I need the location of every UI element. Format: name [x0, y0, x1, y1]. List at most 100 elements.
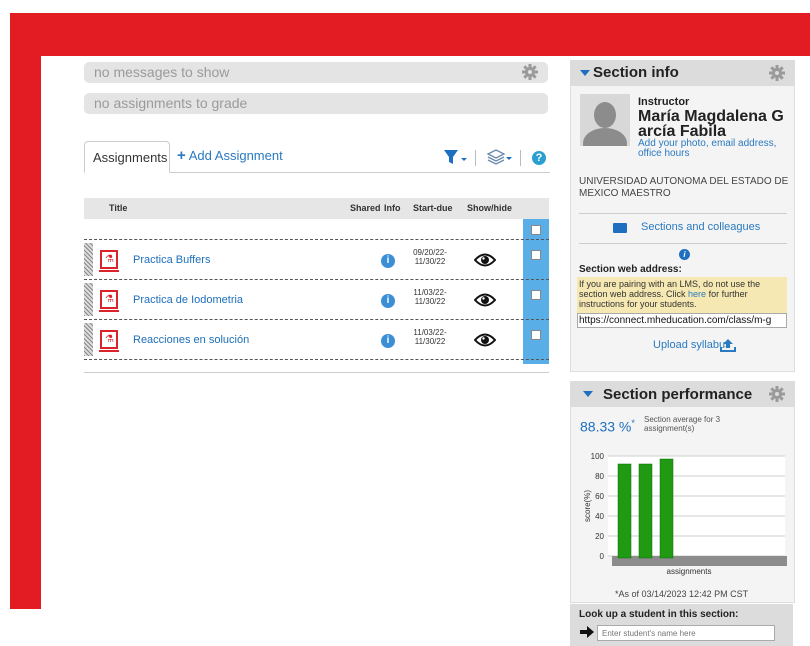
messages-text: no messages to show: [94, 64, 230, 80]
y-tick-label: 0: [600, 552, 605, 561]
table-row: ⚗ Practica de Iodometria i 11/03/22- 11/3…: [84, 281, 549, 320]
section-info-header[interactable]: Section info: [571, 61, 794, 86]
section-performance-panel: Section performance 88.33 %* Section ave…: [570, 381, 795, 603]
web-address-label: Section web address:: [579, 264, 682, 275]
bar: [617, 463, 632, 559]
row-checkbox[interactable]: [531, 290, 541, 300]
flask-icon: ⚗: [99, 330, 119, 352]
lms-note-link[interactable]: here: [688, 289, 706, 299]
due-date: 11/30/22: [414, 337, 446, 346]
info-icon[interactable]: i: [381, 334, 395, 348]
bar: [659, 458, 674, 559]
eye-icon[interactable]: [474, 250, 496, 270]
upload-syllabus-link[interactable]: Upload syllabus: [653, 339, 731, 351]
instructor-label: Instructor: [638, 96, 690, 108]
drag-handle[interactable]: [84, 243, 93, 276]
drag-handle[interactable]: [84, 323, 93, 356]
lms-note: If you are pairing with an LMS, do not u…: [577, 277, 787, 313]
student-search-input[interactable]: [597, 625, 775, 641]
due-date: 11/30/22: [414, 257, 446, 266]
flask-icon: ⚗: [99, 250, 119, 272]
assignments-table-header: Title Shared Info Start-due Show/hide: [84, 198, 549, 219]
avatar[interactable]: [580, 94, 630, 146]
arrow-right-icon: [580, 626, 594, 638]
due-date: 11/30/22: [414, 297, 446, 306]
toolbar-divider: [520, 150, 521, 166]
collapse-caret-icon[interactable]: [583, 391, 593, 397]
table-row: ⚗ Practica Buffers i 09/20/22- 11/30/22: [84, 241, 549, 280]
select-all-row: [84, 219, 549, 240]
info-icon[interactable]: i: [679, 249, 690, 260]
gear-icon[interactable]: [769, 65, 785, 81]
instructor-name: María Magdalena García Fabila: [638, 108, 784, 140]
collapse-caret-icon[interactable]: [580, 70, 590, 76]
assignment-link[interactable]: Practica de Iodometria: [133, 294, 243, 306]
column-start-due[interactable]: Start-due: [413, 203, 453, 213]
y-tick-label: 80: [595, 472, 604, 481]
flask-icon: ⚗: [99, 290, 119, 312]
lookup-label: Look up a student in this section:: [579, 609, 739, 620]
table-bottom-divider: [84, 372, 549, 373]
messages-bar: no messages to show: [84, 62, 548, 83]
sections-colleagues-link[interactable]: Sections and colleagues: [641, 221, 760, 233]
start-date: 09/20/22-: [413, 248, 447, 257]
row-checkbox[interactable]: [531, 250, 541, 260]
assignment-link[interactable]: Reacciones en solución: [133, 334, 249, 346]
brand-side-bar: [10, 13, 41, 609]
start-due-dates: 09/20/22- 11/30/22: [405, 248, 455, 266]
info-icon[interactable]: i: [381, 254, 395, 268]
as-of-timestamp: *As of 03/14/2023 12:42 PM CST: [615, 589, 749, 599]
divider: [579, 213, 787, 214]
y-tick-label: 100: [591, 452, 605, 461]
column-title[interactable]: Title: [109, 203, 127, 213]
select-all-checkbox[interactable]: [531, 225, 541, 235]
toolbar-divider: [475, 150, 476, 166]
help-icon[interactable]: ?: [532, 151, 546, 165]
eye-icon[interactable]: [474, 290, 496, 310]
add-assignment-button[interactable]: + Add Assignment: [177, 147, 283, 164]
x-axis-band: [612, 556, 787, 566]
divider: [579, 243, 787, 244]
filter-icon[interactable]: [444, 150, 468, 164]
section-average-value: 88.33 %*: [580, 418, 635, 435]
column-show-hide: Show/hide: [467, 203, 512, 213]
average-number: 88.33 %: [580, 418, 632, 435]
brand-banner: [10, 13, 810, 56]
layers-icon[interactable]: [487, 149, 513, 165]
y-tick-label: 20: [595, 532, 604, 541]
table-row: ⚗ Reacciones en solución i 11/03/22- 11/3…: [84, 321, 549, 360]
section-info-panel: Section info Instructor María Magdalena …: [570, 60, 795, 372]
start-date: 11/03/22-: [413, 328, 447, 337]
info-icon[interactable]: i: [381, 294, 395, 308]
add-assignment-label: Add Assignment: [188, 148, 283, 163]
assignments-toolbar: Assignments + Add Assignment ?: [84, 141, 550, 173]
start-due-dates: 11/03/22- 11/30/22: [405, 288, 455, 306]
start-date: 11/03/22-: [413, 288, 447, 297]
add-photo-link[interactable]: Add your photo, email address, office ho…: [638, 139, 790, 159]
section-url-field[interactable]: https://connect.mheducation.com/class/m-…: [577, 313, 787, 328]
plus-icon: +: [177, 147, 186, 164]
gear-icon[interactable]: [769, 386, 785, 402]
section-info-title: Section info: [593, 64, 679, 81]
upload-icon[interactable]: [720, 339, 736, 352]
id-card-icon: [613, 223, 627, 233]
gear-icon[interactable]: [522, 64, 538, 80]
performance-chart: 0 20 40 60 80 100 assignments score(%): [583, 452, 787, 576]
assignments-to-grade-text: no assignments to grade: [94, 95, 248, 111]
student-lookup: Look up a student in this section:: [570, 604, 793, 646]
y-tick-label: 40: [595, 512, 604, 521]
column-info: Info: [384, 203, 401, 213]
eye-icon[interactable]: [474, 330, 496, 350]
tab-assignments[interactable]: Assignments: [84, 141, 170, 173]
section-performance-title: Section performance: [603, 386, 753, 403]
row-checkbox[interactable]: [531, 330, 541, 340]
y-axis-label: score(%): [583, 490, 592, 522]
drag-handle[interactable]: [84, 283, 93, 316]
bar: [638, 463, 653, 559]
column-shared: Shared: [350, 203, 381, 213]
section-performance-header[interactable]: Section performance: [571, 382, 794, 407]
assignment-link[interactable]: Practica Buffers: [133, 254, 210, 266]
plot-area: [608, 456, 785, 556]
school-name: UNIVERSIDAD AUTONOMA DEL ESTADO DE MEXIC…: [579, 176, 789, 199]
x-axis-label: assignments: [667, 567, 712, 576]
